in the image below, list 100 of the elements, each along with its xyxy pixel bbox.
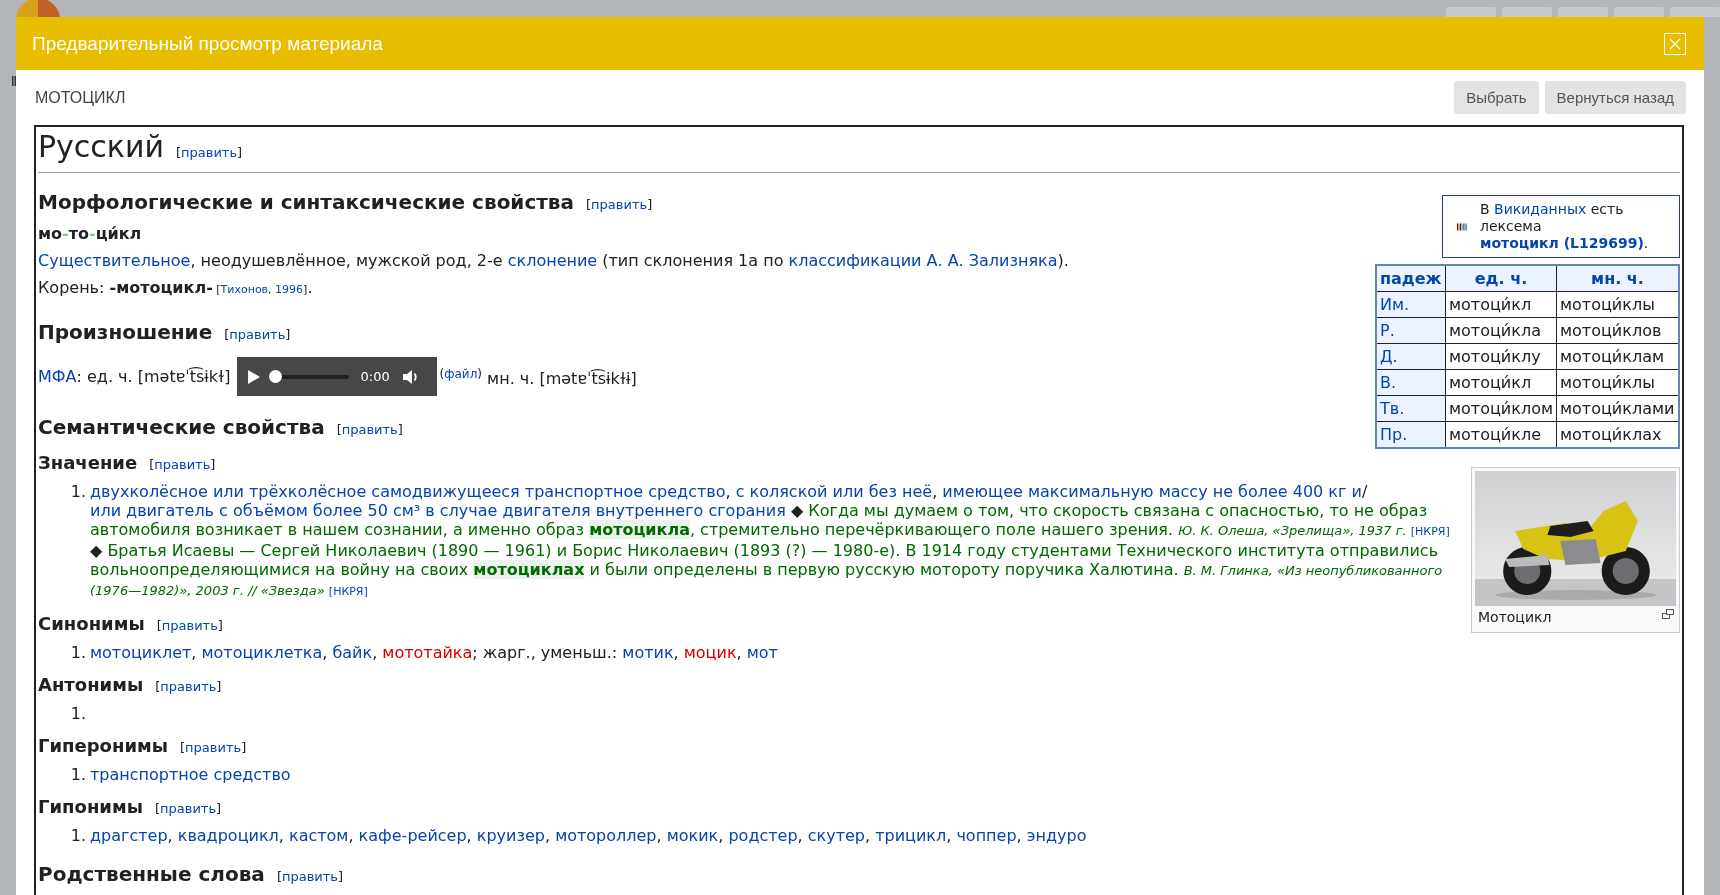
edit-link[interactable]: править [160,801,217,816]
paragraph: Существительное, неодушевлённое, мужской род, 2-е склонение (тип склонения 1a по классификации А. А. Зализняка). [38,250,1070,272]
list-number: 1. [69,765,87,784]
link[interactable]: МФА [38,367,77,386]
edit-note: [править] [155,679,222,694]
table-header: мн. ч. [1556,265,1679,292]
link[interactable]: Существительное [38,251,191,270]
link[interactable]: мотоциклет [90,643,192,662]
link[interactable]: кастом [289,826,349,845]
table-cell: мотоци́кл [1445,369,1557,396]
edit-note: [править] [149,457,216,472]
play-icon[interactable] [246,368,261,385]
reference-link[interactable]: Тихонов, 1996 [220,283,304,296]
edit-note: [править] [224,327,291,342]
action-button[interactable]: Выбрать [1454,81,1539,114]
link[interactable]: склонение [507,251,598,270]
edit-link[interactable]: править [591,197,648,212]
edit-note: [править] [276,869,344,884]
paragraph: Корень: -мотоцикл- [Тихонов, 1996]. [38,277,314,299]
case-link[interactable]: Д. [1376,343,1446,370]
pronunciation-text: МФА: ед. ч. [mətɐˈt͡sɨkɫ] [38,366,231,388]
link[interactable]: круизер [476,826,545,845]
case-link[interactable]: Им. [1376,291,1446,318]
edit-link[interactable]: править [154,457,211,472]
link[interactable]: трицикл [875,826,947,845]
table-cell: мотоци́клом [1445,395,1557,422]
edit-link[interactable]: править [341,422,398,437]
table-header: падеж [1376,265,1446,292]
enlarge-icon[interactable] [1662,609,1674,619]
case-link[interactable]: Р. [1376,317,1446,344]
link[interactable]: мотоцикл [1480,235,1564,251]
edit-note: [править] [336,422,403,437]
link[interactable]: мот [746,643,778,662]
case-link[interactable]: В. [1376,369,1446,396]
link[interactable]: чоппер [956,826,1017,845]
link[interactable]: родстер [728,826,798,845]
missing-page-link[interactable]: мототайка [382,643,473,662]
edit-link[interactable]: править [229,327,286,342]
link[interactable]: имеющее максимальную массу не более 400 кг и [942,482,1362,501]
definition-text: мотоциклет, мотоциклетка, байк, мототайка; жарг., уменьш.: мотик, моцик, мот [90,643,778,662]
definition-text: двухколёсное или трёхколёсное самодвижущееся транспортное средство, с коляской или без неё, имеющее максимальную массу не более 400 кг и/ или двигатель с объёмом более 50 см³ в случае двигателя внутреннего сгорания ◆ Когда мы думаем о том, что скорость связана с опасностью, то не образ автомобиля возникает в нашем сознании, а именно образ мотоцикла, стремительно перечёркивающего поле нашего зрения. Ю. К. Олеша, «Зрелища», 1937 г. [НКРЯ] ◆ Братья Исаевы — Сергей Николаевич (1890 — 1961) и Борис Николаевич (1893 (?) — 1980-е). В 1914 году студентами Технического института отправились вольноопределяющимися на войну на своих мотоциклах и были определены в первую русскую мотороту поручика Халютина. В. М. Глинка, «Из неопубликованного (1976—1982)», 2003 г. // «Звезда» [НКРЯ] [90,482,1451,600]
action-button[interactable]: Вернуться назад [1544,81,1686,114]
link[interactable]: или [90,501,127,520]
link[interactable]: скутер [807,826,865,845]
link[interactable]: Викиданных [1494,201,1587,217]
link[interactable]: мотоциклетка [201,643,323,662]
reference-link[interactable]: [НКРЯ] [328,585,368,598]
edit-note: [править] [175,145,243,160]
table-cell: мотоци́кла [1445,317,1557,344]
file-link[interactable]: файл [444,367,478,381]
language-heading: Русский [38,129,164,164]
dialog-title: Предварительный просмотр материала [32,32,384,55]
section-heading: Значение [38,452,138,473]
link[interactable]: эндуро [1026,826,1087,845]
word-syllables: мо-то-ци́кл [38,223,143,245]
edit-link[interactable]: править [185,740,242,755]
section-heading: Гипонимы [38,796,143,817]
reference-link[interactable]: [НКРЯ] [1410,525,1450,538]
definition-text: драгстер, квадроцикл, кастом, кафе-рейсер, круизер, мотороллер, мокик, родстер, скутер, трицикл, чоппер, эндуро [90,826,1087,845]
link[interactable]: байк [332,643,373,662]
edit-note: [править] [156,618,223,633]
link[interactable]: квадроцикл [177,826,279,845]
list-number: 1. [69,482,87,503]
list-number: 1. [69,704,87,723]
list-number: 1. [69,643,87,662]
link[interactable]: двигатель с объёмом более 50 см³ в случае двигателя внутреннего сгорания [126,501,786,520]
link[interactable]: мотороллер [555,826,657,845]
close-icon [1669,37,1681,50]
section-heading: Произношение [38,320,213,344]
section-heading: Родственные слова [38,862,265,886]
wikidata-note: В Викиданных есть лексема мотоцикл (L129699). [1480,201,1650,252]
edit-link[interactable]: править [281,869,338,884]
section-heading: Семантические свойства [38,415,325,439]
link[interactable]: (L129699) [1563,235,1644,251]
case-link[interactable]: Пр. [1376,421,1446,448]
table-cell: мотоци́клу [1445,343,1557,370]
link[interactable]: драгстер [90,826,168,845]
edit-link[interactable]: править [161,618,218,633]
section-heading: Синонимы [38,613,145,634]
edit-link[interactable]: править [160,679,217,694]
volume-icon[interactable] [401,368,420,385]
table-header: ед. ч. [1445,265,1557,292]
link[interactable]: мотик [622,643,674,662]
edit-note: [править] [154,801,222,816]
table-cell: мотоци́кл [1445,291,1557,318]
edit-note: [править] [180,740,247,755]
link[interactable]: мокик [666,826,719,845]
section-heading: Антонимы [38,674,144,695]
case-link[interactable]: Тв. [1376,395,1446,422]
link[interactable]: с коляской или без неё [735,482,933,501]
link[interactable]: кафе-рейсер [358,826,467,845]
link[interactable]: транспортное средство [90,765,291,784]
link[interactable]: двухколёсное или трёхколёсное самодвижущееся транспортное средство [90,482,726,501]
list-number: 1. [69,826,87,845]
missing-page-link[interactable]: моцик [683,643,737,662]
time-display: 0:00 [360,368,390,385]
edit-link[interactable]: править [181,145,238,160]
section-heading: Гиперонимы [38,735,169,756]
link[interactable]: классификации А. А. Зализняка [788,251,1058,270]
material-name: МОТОЦИКЛ [35,88,127,107]
